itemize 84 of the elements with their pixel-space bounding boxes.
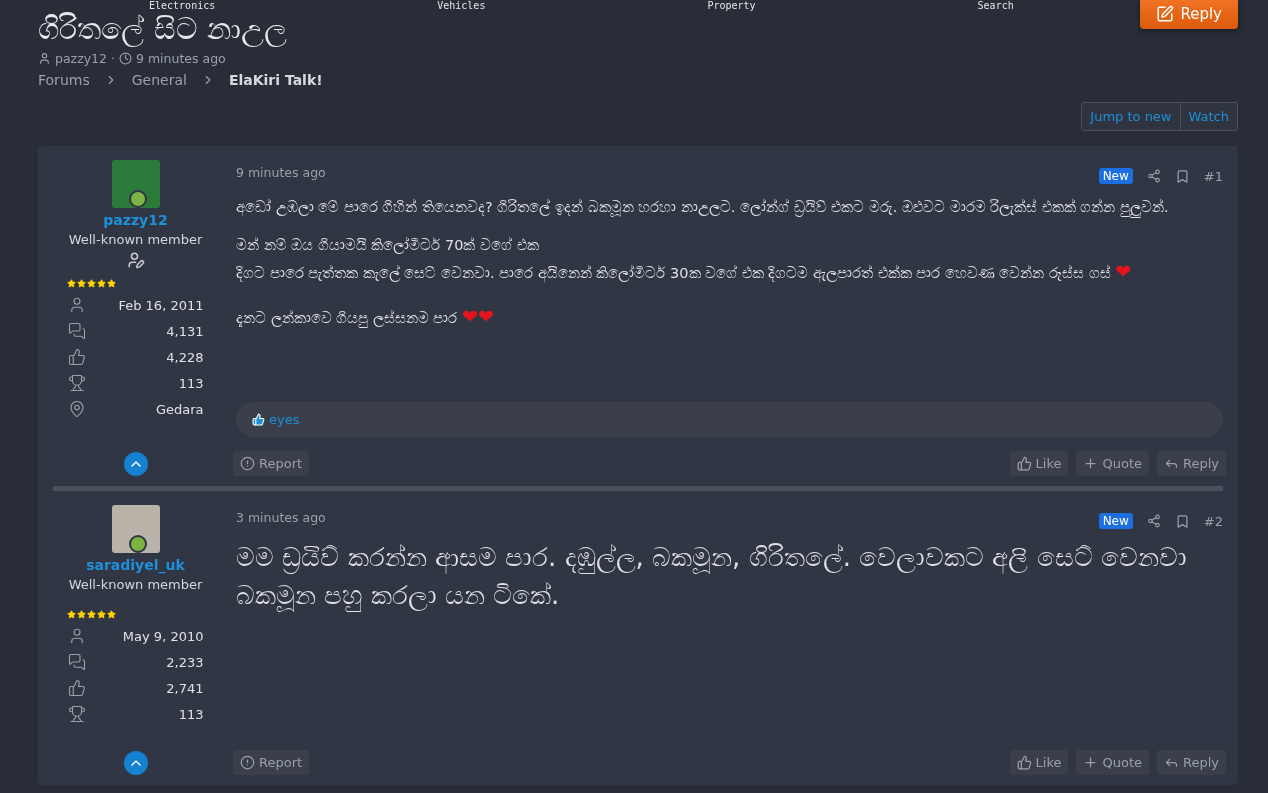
- star-icon: [77, 610, 86, 619]
- user-stat-value: 113: [178, 706, 204, 722]
- username-link[interactable]: saradiyel_uk: [86, 557, 185, 573]
- scroll-up-button[interactable]: [123, 751, 148, 775]
- thumbs-up-icon: [1016, 755, 1032, 770]
- clock-icon: [119, 52, 132, 65]
- nav-link[interactable]: Search: [977, 0, 1014, 11]
- alert-icon: [240, 755, 255, 770]
- nav-link[interactable]: Vehicles: [437, 0, 486, 11]
- share-icon: [1146, 169, 1161, 183]
- thumbs-up-icon: [252, 413, 265, 426]
- edit-icon: [1156, 4, 1175, 23]
- user-stat-value: 2,741: [166, 680, 204, 696]
- post-text: මම ඩ්‍රයිව් කරන්න ආසම පාර. දඹුල්ල, බකමූන, ගිරිතලේ. වෙලාවකට අලි සෙට් වෙනවා බකමූන පහු කරලා යන ටිකේ.: [236, 541, 1188, 614]
- star-icon: [87, 279, 96, 288]
- user-stat-value: 113: [178, 375, 204, 391]
- thread-action-link[interactable]: Watch: [1179, 103, 1237, 130]
- chat-bubbles-icon: [67, 653, 86, 671]
- reply-button[interactable]: Reply: [1157, 750, 1226, 775]
- report-button[interactable]: Report: [233, 750, 310, 775]
- user-stat-value: 4,228: [166, 349, 204, 365]
- post-time: 3 minutes ago: [236, 509, 326, 525]
- new-badge: New: [1098, 168, 1133, 184]
- trophy-icon: [67, 705, 86, 723]
- trophy-icon: [67, 374, 86, 392]
- online-indicator: [128, 535, 147, 553]
- star-icon: [97, 279, 106, 288]
- breadcrumb-link[interactable]: ElaKiri Talk!: [228, 72, 323, 88]
- star-icon: [77, 279, 86, 288]
- like-button[interactable]: Like: [1009, 750, 1069, 775]
- user-stat-value: May 9, 2010: [122, 628, 204, 644]
- thread-author[interactable]: pazzy12: [55, 51, 108, 66]
- user-icon: [38, 52, 51, 65]
- reply-button[interactable]: Reply: [1157, 451, 1226, 476]
- quote-button[interactable]: Quote: [1076, 750, 1149, 775]
- username-link[interactable]: pazzy12: [103, 212, 168, 228]
- bookmark-icon: [1174, 513, 1190, 529]
- star-icon: [107, 610, 116, 619]
- reaction-users-link[interactable]: eyes: [269, 412, 300, 427]
- thumbs-up-icon: [67, 348, 86, 366]
- thread-title: ගිරිතලේ සිට නාඋල: [38, 11, 289, 47]
- post-text: අඩෝ උඹලා මේ පාරෙ ගිහින් තියෙනවද? ගිරිතලේ ඉදන් බකමූන හරහා නාඋලට. ලෝන්ග් ඩ්‍රයිව් එකට මරු. ඔළුවට මාරම රිලැක්ස් එකක් ගන්න පුලුවන්.: [236, 196, 1223, 219]
- avatar-placeholder[interactable]: [111, 160, 160, 208]
- post-text: දිගට පාරෙ පැත්තක කැලේ සෙට් වෙනවා. පාරෙ අයිනෙන් කිලෝමීටර් 30ක වගේ එක දිගටම ඇලපාරත් එක්ක පාර හෙවණ වෙන්න රූස්ස ගස් ❤: [236, 258, 1133, 284]
- star-icon: [107, 279, 116, 288]
- online-indicator: [128, 190, 147, 208]
- share-icon: [1146, 514, 1161, 528]
- map-pin-icon: [67, 400, 86, 418]
- star-icon: [67, 279, 76, 288]
- nav-link[interactable]: Property: [707, 0, 756, 11]
- post-text: දැනට ලන්කාවෙ ගියපු ලස්සනම පාර ❤❤: [236, 304, 495, 330]
- user-stat-value: 4,131: [166, 323, 204, 339]
- scroll-up-button[interactable]: [123, 452, 148, 476]
- user-stat-value: Gedara: [155, 401, 204, 417]
- thumbs-up-icon: [67, 679, 86, 697]
- post-number[interactable]: #2: [1203, 513, 1223, 529]
- new-badge: New: [1098, 513, 1133, 529]
- post-time: 9 minutes ago: [236, 164, 326, 180]
- thread-action-link[interactable]: Jump to new: [1082, 103, 1180, 130]
- thumbs-up-icon: [1016, 456, 1032, 471]
- nav-link[interactable]: Electronics: [149, 0, 216, 11]
- user-title: Well-known member: [68, 232, 203, 247]
- post-number[interactable]: #1: [1203, 168, 1223, 184]
- post-text: මන් නම් ඔය ගියාමයි කිලෝමීටර් 70ක් වගේ එක: [236, 236, 540, 256]
- like-button[interactable]: Like: [1009, 451, 1069, 476]
- star-icon: [87, 610, 96, 619]
- user-title: Well-known member: [68, 577, 203, 592]
- meta-separator: ·: [111, 51, 115, 66]
- star-icon: [97, 610, 106, 619]
- chat-bubbles-icon: [67, 322, 86, 340]
- star-icon: [67, 610, 76, 619]
- bookmark-icon: [1174, 168, 1190, 184]
- breadcrumb-link[interactable]: General: [131, 72, 187, 88]
- avatar-placeholder[interactable]: [111, 505, 160, 553]
- thread-time: 9 minutes ago: [136, 51, 226, 66]
- alert-icon: [240, 456, 255, 471]
- breadcrumb-link[interactable]: Forums: [38, 72, 90, 88]
- reply-button[interactable]: Reply: [1140, 0, 1238, 29]
- plus-icon: [1083, 755, 1099, 770]
- user-stat-value: 2,233: [166, 654, 204, 670]
- plus-icon: [1083, 456, 1099, 471]
- report-button[interactable]: Report: [233, 451, 310, 476]
- quote-button[interactable]: Quote: [1076, 451, 1149, 476]
- user-stat-value: Feb 16, 2011: [118, 297, 204, 313]
